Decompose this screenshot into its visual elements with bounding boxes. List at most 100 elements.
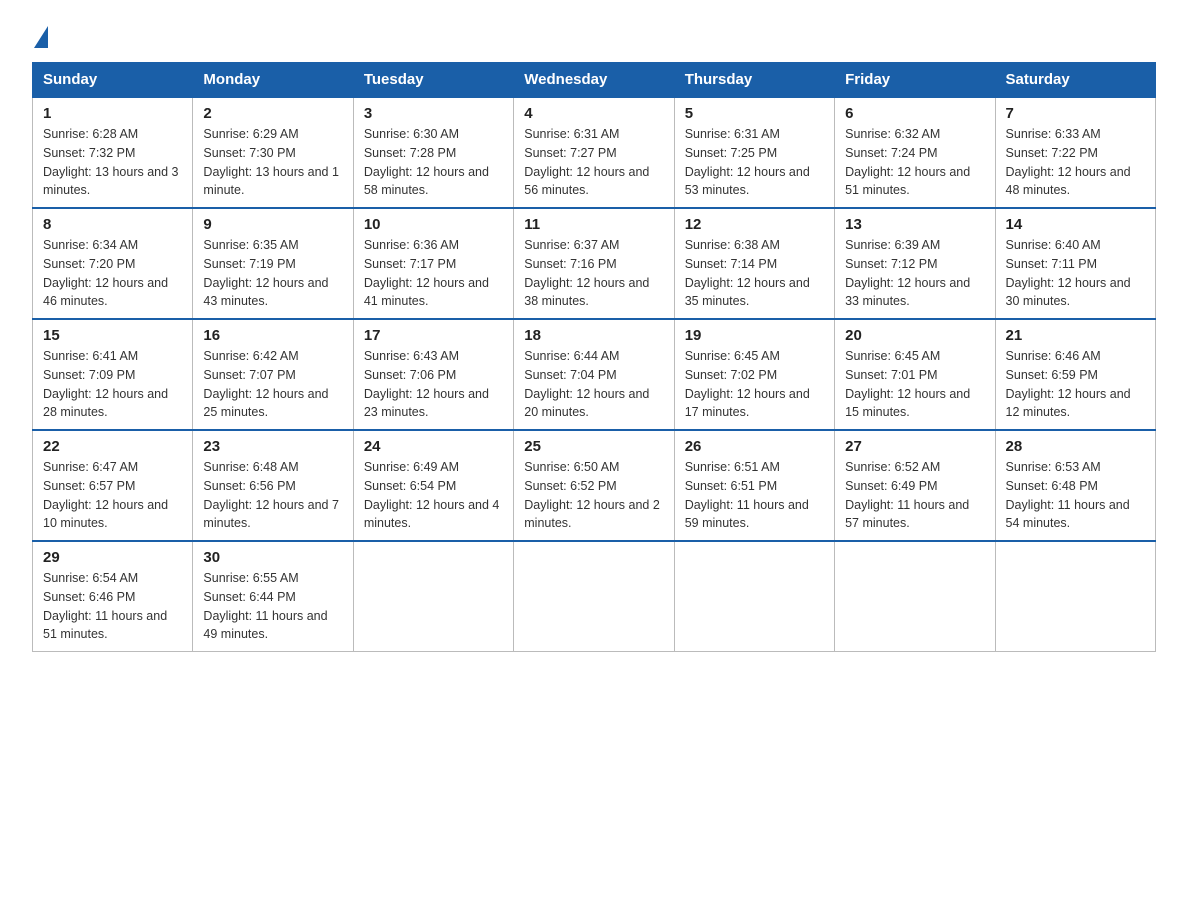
day-info: Sunrise: 6:50 AMSunset: 6:52 PMDaylight:… bbox=[524, 458, 663, 533]
calendar-cell: 12 Sunrise: 6:38 AMSunset: 7:14 PMDayligh… bbox=[674, 208, 834, 319]
day-number: 26 bbox=[685, 438, 824, 455]
calendar-cell: 24 Sunrise: 6:49 AMSunset: 6:54 PMDayligh… bbox=[353, 430, 513, 541]
calendar-cell: 10 Sunrise: 6:36 AMSunset: 7:17 PMDayligh… bbox=[353, 208, 513, 319]
calendar-cell: 15 Sunrise: 6:41 AMSunset: 7:09 PMDayligh… bbox=[33, 319, 193, 430]
day-info: Sunrise: 6:32 AMSunset: 7:24 PMDaylight:… bbox=[845, 125, 984, 200]
column-header-friday: Friday bbox=[835, 63, 995, 98]
calendar-cell: 17 Sunrise: 6:43 AMSunset: 7:06 PMDayligh… bbox=[353, 319, 513, 430]
calendar-cell: 22Sunrise: 6:47 AMSunset: 6:57 PMDayligh… bbox=[33, 430, 193, 541]
day-info: Sunrise: 6:54 AMSunset: 6:46 PMDaylight:… bbox=[43, 569, 182, 644]
day-info: Sunrise: 6:45 AMSunset: 7:01 PMDaylight:… bbox=[845, 347, 984, 422]
day-info: Sunrise: 6:52 AMSunset: 6:49 PMDaylight:… bbox=[845, 458, 984, 533]
day-info: Sunrise: 6:39 AMSunset: 7:12 PMDaylight:… bbox=[845, 236, 984, 311]
calendar-cell: 11 Sunrise: 6:37 AMSunset: 7:16 PMDayligh… bbox=[514, 208, 674, 319]
calendar-cell bbox=[514, 541, 674, 652]
day-number: 19 bbox=[685, 327, 824, 344]
calendar-cell bbox=[995, 541, 1155, 652]
day-info: Sunrise: 6:31 AMSunset: 7:27 PMDaylight:… bbox=[524, 125, 663, 200]
day-number: 27 bbox=[845, 438, 984, 455]
day-number: 12 bbox=[685, 216, 824, 233]
day-number: 17 bbox=[364, 327, 503, 344]
day-number: 3 bbox=[364, 105, 503, 122]
calendar-cell bbox=[353, 541, 513, 652]
column-header-saturday: Saturday bbox=[995, 63, 1155, 98]
calendar-table: SundayMondayTuesdayWednesdayThursdayFrid… bbox=[32, 62, 1156, 652]
day-info: Sunrise: 6:53 AMSunset: 6:48 PMDaylight:… bbox=[1006, 458, 1145, 533]
day-number: 6 bbox=[845, 105, 984, 122]
day-info: Sunrise: 6:37 AMSunset: 7:16 PMDaylight:… bbox=[524, 236, 663, 311]
calendar-cell: 9 Sunrise: 6:35 AMSunset: 7:19 PMDaylight… bbox=[193, 208, 353, 319]
calendar-cell: 28 Sunrise: 6:53 AMSunset: 6:48 PMDayligh… bbox=[995, 430, 1155, 541]
calendar-cell: 6 Sunrise: 6:32 AMSunset: 7:24 PMDaylight… bbox=[835, 97, 995, 208]
day-number: 11 bbox=[524, 216, 663, 233]
logo bbox=[32, 24, 48, 44]
calendar-cell: 4 Sunrise: 6:31 AMSunset: 7:27 PMDaylight… bbox=[514, 97, 674, 208]
day-info: Sunrise: 6:36 AMSunset: 7:17 PMDaylight:… bbox=[364, 236, 503, 311]
calendar-cell bbox=[835, 541, 995, 652]
day-info: Sunrise: 6:42 AMSunset: 7:07 PMDaylight:… bbox=[203, 347, 342, 422]
column-header-monday: Monday bbox=[193, 63, 353, 98]
calendar-cell: 23 Sunrise: 6:48 AMSunset: 6:56 PMDayligh… bbox=[193, 430, 353, 541]
calendar-cell: 8Sunrise: 6:34 AMSunset: 7:20 PMDaylight… bbox=[33, 208, 193, 319]
calendar-week-row: 8Sunrise: 6:34 AMSunset: 7:20 PMDaylight… bbox=[33, 208, 1156, 319]
column-header-wednesday: Wednesday bbox=[514, 63, 674, 98]
calendar-cell: 1Sunrise: 6:28 AMSunset: 7:32 PMDaylight… bbox=[33, 97, 193, 208]
calendar-cell: 29 Sunrise: 6:54 AMSunset: 6:46 PMDayligh… bbox=[33, 541, 193, 652]
day-info: Sunrise: 6:47 AMSunset: 6:57 PMDaylight:… bbox=[43, 458, 182, 533]
day-info: Sunrise: 6:31 AMSunset: 7:25 PMDaylight:… bbox=[685, 125, 824, 200]
day-number: 15 bbox=[43, 327, 182, 344]
calendar-cell: 19 Sunrise: 6:45 AMSunset: 7:02 PMDayligh… bbox=[674, 319, 834, 430]
calendar-cell: 30Sunrise: 6:55 AMSunset: 6:44 PMDayligh… bbox=[193, 541, 353, 652]
day-number: 29 bbox=[43, 549, 182, 566]
day-number: 1 bbox=[43, 105, 182, 122]
day-number: 28 bbox=[1006, 438, 1145, 455]
calendar-cell bbox=[674, 541, 834, 652]
calendar-cell: 13 Sunrise: 6:39 AMSunset: 7:12 PMDayligh… bbox=[835, 208, 995, 319]
calendar-cell: 7 Sunrise: 6:33 AMSunset: 7:22 PMDaylight… bbox=[995, 97, 1155, 208]
day-number: 30 bbox=[203, 549, 342, 566]
calendar-week-row: 29 Sunrise: 6:54 AMSunset: 6:46 PMDayligh… bbox=[33, 541, 1156, 652]
day-info: Sunrise: 6:41 AMSunset: 7:09 PMDaylight:… bbox=[43, 347, 182, 422]
day-info: Sunrise: 6:35 AMSunset: 7:19 PMDaylight:… bbox=[203, 236, 342, 311]
page-header bbox=[32, 24, 1156, 44]
calendar-week-row: 15 Sunrise: 6:41 AMSunset: 7:09 PMDayligh… bbox=[33, 319, 1156, 430]
calendar-cell: 3Sunrise: 6:30 AMSunset: 7:28 PMDaylight… bbox=[353, 97, 513, 208]
calendar-cell: 20 Sunrise: 6:45 AMSunset: 7:01 PMDayligh… bbox=[835, 319, 995, 430]
day-number: 9 bbox=[203, 216, 342, 233]
column-header-sunday: Sunday bbox=[33, 63, 193, 98]
day-info: Sunrise: 6:33 AMSunset: 7:22 PMDaylight:… bbox=[1006, 125, 1145, 200]
logo-triangle-icon bbox=[34, 26, 48, 48]
calendar-cell: 14Sunrise: 6:40 AMSunset: 7:11 PMDayligh… bbox=[995, 208, 1155, 319]
day-info: Sunrise: 6:45 AMSunset: 7:02 PMDaylight:… bbox=[685, 347, 824, 422]
day-number: 10 bbox=[364, 216, 503, 233]
calendar-cell: 26 Sunrise: 6:51 AMSunset: 6:51 PMDayligh… bbox=[674, 430, 834, 541]
day-info: Sunrise: 6:44 AMSunset: 7:04 PMDaylight:… bbox=[524, 347, 663, 422]
day-number: 16 bbox=[203, 327, 342, 344]
column-header-tuesday: Tuesday bbox=[353, 63, 513, 98]
day-info: Sunrise: 6:38 AMSunset: 7:14 PMDaylight:… bbox=[685, 236, 824, 311]
day-number: 23 bbox=[203, 438, 342, 455]
calendar-cell: 18Sunrise: 6:44 AMSunset: 7:04 PMDayligh… bbox=[514, 319, 674, 430]
calendar-week-row: 1Sunrise: 6:28 AMSunset: 7:32 PMDaylight… bbox=[33, 97, 1156, 208]
column-header-thursday: Thursday bbox=[674, 63, 834, 98]
day-number: 13 bbox=[845, 216, 984, 233]
day-info: Sunrise: 6:29 AMSunset: 7:30 PMDaylight:… bbox=[203, 125, 342, 200]
day-info: Sunrise: 6:48 AMSunset: 6:56 PMDaylight:… bbox=[203, 458, 342, 533]
day-number: 24 bbox=[364, 438, 503, 455]
day-number: 2 bbox=[203, 105, 342, 122]
day-number: 7 bbox=[1006, 105, 1145, 122]
calendar-week-row: 22Sunrise: 6:47 AMSunset: 6:57 PMDayligh… bbox=[33, 430, 1156, 541]
day-number: 20 bbox=[845, 327, 984, 344]
day-number: 8 bbox=[43, 216, 182, 233]
calendar-cell: 2 Sunrise: 6:29 AMSunset: 7:30 PMDaylight… bbox=[193, 97, 353, 208]
day-number: 14 bbox=[1006, 216, 1145, 233]
day-number: 5 bbox=[685, 105, 824, 122]
day-number: 25 bbox=[524, 438, 663, 455]
calendar-cell: 5 Sunrise: 6:31 AMSunset: 7:25 PMDaylight… bbox=[674, 97, 834, 208]
day-info: Sunrise: 6:49 AMSunset: 6:54 PMDaylight:… bbox=[364, 458, 503, 533]
calendar-cell: 25 Sunrise: 6:50 AMSunset: 6:52 PMDayligh… bbox=[514, 430, 674, 541]
calendar-cell: 27 Sunrise: 6:52 AMSunset: 6:49 PMDayligh… bbox=[835, 430, 995, 541]
day-info: Sunrise: 6:51 AMSunset: 6:51 PMDaylight:… bbox=[685, 458, 824, 533]
day-number: 4 bbox=[524, 105, 663, 122]
day-info: Sunrise: 6:43 AMSunset: 7:06 PMDaylight:… bbox=[364, 347, 503, 422]
